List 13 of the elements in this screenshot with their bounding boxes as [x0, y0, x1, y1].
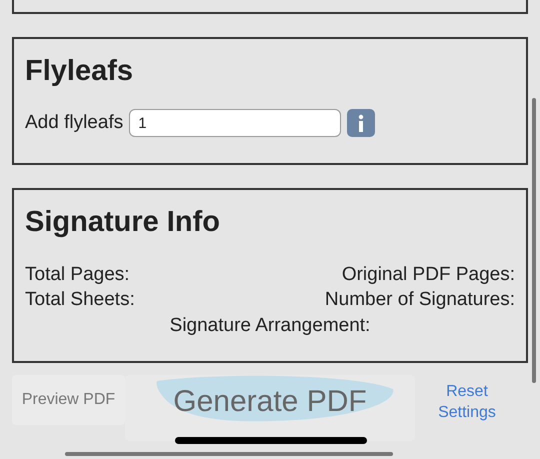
info-label: Total Pages: — [25, 263, 130, 287]
generate-pdf-button[interactable]: Generate PDF — [125, 375, 415, 441]
info-label: Signature Arrangement: — [170, 314, 370, 338]
reset-settings-link[interactable]: Reset Settings — [427, 381, 507, 423]
info-label: Number of Signatures: — [324, 288, 515, 312]
section-title: Signature Info — [25, 205, 220, 240]
info-label: Total Sheets: — [25, 288, 135, 312]
flyleafs-input[interactable]: 1 — [129, 109, 342, 138]
field-label: Add flyleafs — [25, 111, 124, 135]
info-icon[interactable] — [347, 109, 376, 138]
info-label: Original PDF Pages: — [342, 263, 515, 287]
section-title: Flyleafs — [25, 54, 133, 89]
preview-pdf-button[interactable]: Preview PDF — [12, 375, 125, 425]
